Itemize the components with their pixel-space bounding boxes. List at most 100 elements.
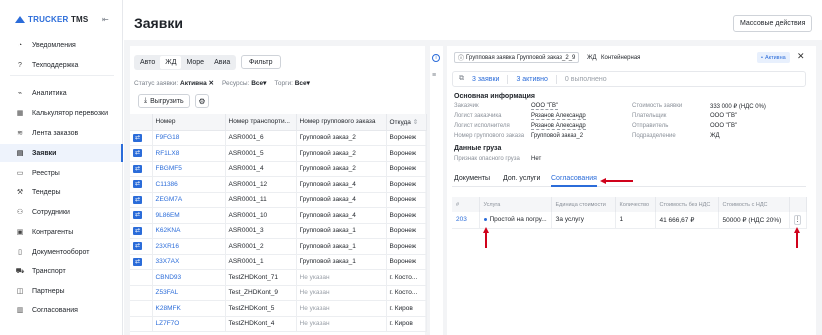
row-type-cell: ⇄ [130, 223, 153, 239]
sidebar-item-document[interactable]: ▯ Документооборот [0, 243, 123, 261]
table-row[interactable]: ⇄ 9L86EM ASR0001_10 Групповой заказ_4 Вороне… [130, 207, 427, 224]
status-filter[interactable]: Статус заявки: Активна ✕ [134, 79, 214, 87]
chevron-down-icon: ▾ [306, 80, 310, 87]
collapse-sidebar-icon[interactable]: ⇤ [102, 15, 109, 24]
sidebar-item-truck[interactable]: ⛟ Транспорт [0, 262, 123, 280]
sidebar-item-calculator[interactable]: ▦ Калькулятор перевозки [0, 104, 123, 122]
order-number[interactable]: ZEGM7A [152, 192, 226, 208]
annotation-arrowhead-tab [600, 178, 606, 184]
order-number[interactable]: F9FG18 [152, 130, 226, 146]
from-city: г. Косто... [386, 285, 427, 301]
mode-air[interactable]: Авиа [209, 56, 235, 69]
approval-row[interactable]: 203 Простой на погру... За услугу 1 41 6… [452, 212, 807, 229]
table-row[interactable]: ⇄ 33X7AX ASR0001_1 Групповой заказ_1 Воронеж [130, 254, 427, 270]
order-number[interactable]: RF1LX8 [152, 145, 226, 162]
list-view-icon[interactable]: ≡ [432, 72, 436, 79]
column-group-order[interactable]: Номер группового заказа [296, 114, 387, 131]
row-type-cell: ⇄ [130, 176, 153, 193]
order-number[interactable]: K28MFK [152, 300, 226, 317]
clear-status-icon[interactable]: ✕ [209, 80, 214, 87]
filter-button[interactable]: Фильтр [241, 55, 281, 69]
column-number[interactable]: Номер [152, 114, 226, 131]
group-order: Групповой заказ_1 [296, 254, 387, 270]
sidebar-item-help[interactable]: ? Техподдержка [0, 56, 123, 74]
active-count[interactable]: 3 активно [516, 76, 547, 83]
mode-sea[interactable]: Море [181, 56, 209, 69]
table-row[interactable]: K28MFK TestZHDKont_5 Не указан г. Киров [130, 300, 427, 317]
approval-unit: За услугу [551, 212, 616, 229]
row-type-cell: ⇄ [130, 145, 153, 162]
sort-icon[interactable]: ⇕ [413, 119, 418, 126]
detail-side-strip: i ≡ [430, 46, 443, 335]
order-number[interactable]: Z53FAL [152, 285, 226, 301]
sidebar-item-analytics[interactable]: ⌁ Аналитика [0, 84, 123, 102]
order-number[interactable]: LZ7F7O [152, 316, 226, 332]
mass-actions-button[interactable]: Массовые действия [733, 15, 813, 32]
from-city: Воронеж [386, 223, 427, 239]
table-row[interactable]: ⇄ F9FG18 ASR0001_6 Групповой заказ_2 Воронеж [130, 130, 427, 146]
sidebar-item-bell[interactable]: ◔ Уведомления [0, 36, 123, 54]
table-row[interactable]: ⇄ K62KNA ASR0001_3 Групповой заказ_1 Воронеж [130, 223, 427, 239]
table-row[interactable]: ⇄ ZEGM7A ASR0001_11 Групповой заказ_4 Вороне… [130, 192, 427, 208]
tab-documents[interactable]: Документы [454, 175, 490, 182]
from-city: г. Киров [386, 316, 427, 332]
table-row[interactable]: LZ7F7O TestZHDKont_4 Не указан г. Киров [130, 316, 427, 332]
mode-chip: ЖД [587, 54, 597, 61]
order-number[interactable]: K62KNA [152, 223, 226, 239]
group-order-chip[interactable]: ⓘ Групповая заявка Групповой заказ_2_9 [454, 52, 580, 63]
transport-number: TestZHDKont_5 [225, 300, 297, 317]
table-row[interactable]: ⇄ FBGMF5 ASR0001_4 Групповой заказ_2 Воронеж [130, 161, 427, 177]
status-dot-icon [483, 218, 487, 222]
order-number[interactable]: 23XR16 [152, 238, 226, 255]
sidebar-item-handshake[interactable]: ◫ Партнеры [0, 282, 123, 300]
user-icon: ⚇ [16, 209, 24, 216]
mode-auto[interactable]: Авто [135, 56, 160, 69]
logo[interactable]: TRUCKER TMS [15, 15, 88, 24]
resources-filter[interactable]: Ресурсы: Все▾ [222, 79, 266, 87]
order-number[interactable]: 9L86EM [152, 207, 226, 224]
info-icon[interactable]: i [432, 54, 440, 62]
order-number[interactable]: CBND93 [152, 269, 226, 286]
close-icon[interactable]: ✕ [797, 51, 805, 62]
more-vertical-icon[interactable]: ⋮ [793, 214, 801, 225]
table-row[interactable]: ⇄ RF1LX8 ASR0001_5 Групповой заказ_2 Воронеж [130, 145, 427, 162]
sidebar-item-registry[interactable]: ▭ Реестры [0, 164, 123, 182]
mode-rail[interactable]: ЖД [160, 56, 182, 69]
group-order: Групповой заказ_4 [296, 192, 387, 208]
done-count[interactable]: 0 выполнено [565, 76, 607, 83]
partners-icon: ▣ [16, 229, 24, 236]
annotation-arrow-service [485, 232, 487, 248]
annotation-arrowhead-actions [794, 227, 800, 233]
from-city: Воронеж [386, 130, 427, 146]
group-order: Групповой заказ_2 [296, 161, 387, 177]
document-icon: ▯ [18, 249, 22, 256]
approval-gross: 50000 ₽ (НДС 20%) [718, 212, 790, 229]
export-button[interactable]: ⤓ Выгрузить [138, 94, 190, 108]
table-settings-button[interactable]: ⚙ [195, 94, 209, 108]
column-transport-number[interactable]: Номер транспорти... [225, 114, 297, 131]
order-number[interactable]: 33X7AX [152, 254, 226, 270]
order-number[interactable]: FBGMF5 [152, 161, 226, 177]
table-row[interactable]: ⇄ 23XR16 ASR0001_2 Групповой заказ_1 Воронеж [130, 238, 427, 255]
sidebar-item-feed[interactable]: ≋ Лента заказов [0, 124, 123, 142]
approval-id[interactable]: 203 [452, 212, 480, 229]
column-from[interactable]: Откуда ⇕ [386, 114, 427, 131]
feed-icon: ≋ [17, 130, 23, 137]
tab-approvals[interactable]: Согласования [551, 175, 597, 187]
order-number[interactable]: C11386 [152, 176, 226, 193]
table-row[interactable]: CBND93 TestZHDKont_71 Не указан г. Косто... [130, 269, 427, 286]
approvals-table: # Услуга Единица стоимости Количество Ст… [452, 197, 807, 229]
approval-actions[interactable]: ⋮ [789, 212, 807, 229]
sidebar-item-user[interactable]: ⚇ Сотрудники [0, 203, 123, 221]
sidebar-item-partners[interactable]: ▣ Контрагенты [0, 223, 123, 241]
table-row[interactable]: Z53FAL Test_ZHDKont_9 Не указан г. Косто... [130, 285, 427, 301]
sidebar-item-tender[interactable]: ⚒ Тендеры [0, 183, 123, 201]
row-type-cell [130, 285, 153, 301]
tab-extra-services[interactable]: Доп. услуги [503, 175, 540, 182]
sidebar-item-label: Реестры [32, 169, 60, 177]
sidebar-item-approval[interactable]: ▥ Согласования [0, 301, 123, 319]
orders-count[interactable]: 3 заявки [472, 76, 499, 83]
table-row[interactable]: ⇄ C11386 ASR0001_12 Групповой заказ_4 Вороне… [130, 176, 427, 193]
sidebar-item-orders[interactable]: ▤ Заявки [0, 144, 123, 162]
trades-filter[interactable]: Торги: Все▾ [274, 79, 310, 87]
